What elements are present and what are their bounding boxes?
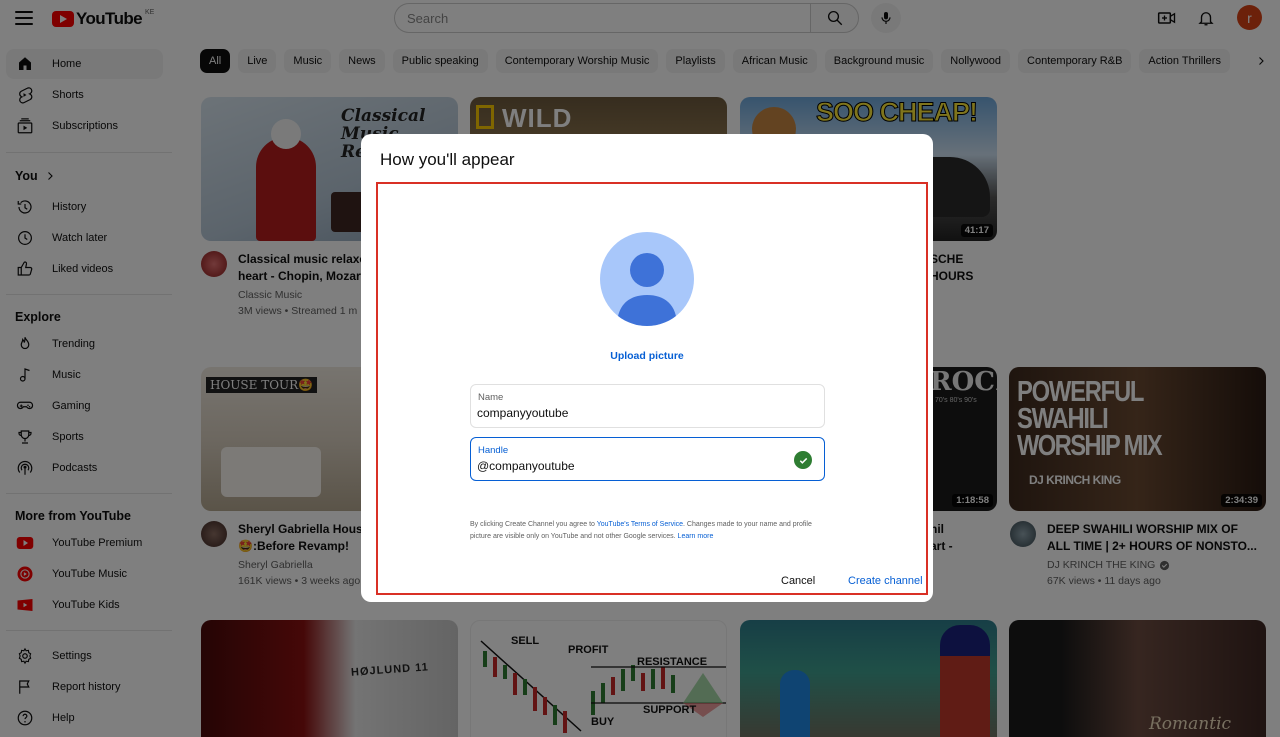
create-channel-dialog: How you'll appear Upload picture Name Ha… [361, 134, 933, 602]
name-field[interactable]: Name [470, 384, 825, 428]
terms-of-service-link[interactable]: YouTube's Terms of Service [597, 521, 683, 528]
create-channel-button[interactable]: Create channel [848, 575, 923, 587]
handle-field[interactable]: Handle [470, 437, 825, 481]
handle-field-label: Handle [478, 445, 509, 456]
terms-text: By clicking Create Channel you agree to … [470, 519, 830, 543]
learn-more-link[interactable]: Learn more [678, 533, 714, 540]
person-icon [617, 253, 677, 326]
cancel-button[interactable]: Cancel [781, 575, 815, 587]
checkmark-icon [794, 451, 812, 469]
dialog-title: How you'll appear [380, 150, 515, 169]
upload-picture-link[interactable]: Upload picture [561, 350, 733, 362]
name-field-label: Name [478, 392, 504, 403]
name-input[interactable] [477, 406, 787, 420]
profile-picture-placeholder[interactable] [600, 232, 694, 326]
terms-text-part: By clicking Create Channel you agree to [470, 521, 597, 528]
handle-input[interactable] [477, 459, 787, 473]
